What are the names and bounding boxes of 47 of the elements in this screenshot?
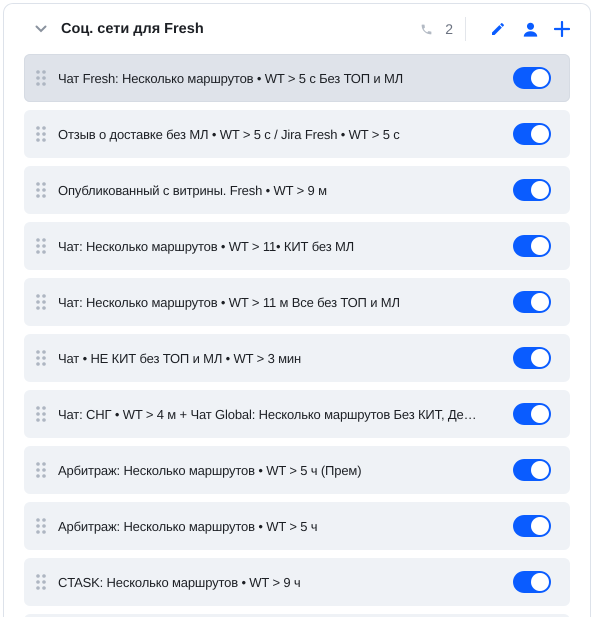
drag-handle-icon[interactable] [36,70,46,86]
toggle-switch[interactable] [513,291,551,313]
rule-row[interactable]: Чат: СНГ • WT > 4 м + Чат Global: Несколько маршрутов Без КИТ, Де… [24,390,570,438]
toggle-switch[interactable] [513,515,551,537]
toggle-switch[interactable] [513,459,551,481]
chevron-icon[interactable] [35,25,47,33]
rule-label: Опубликованный с витрины. Fresh • WT > 9 м [58,182,328,198]
rule-row[interactable]: Чат Fresh: Несколько маршрутов • WT > 5 с Без ТОП и МЛ [24,54,570,102]
drag-handle-icon[interactable] [36,518,46,534]
rule-row[interactable]: Арбитраж: Несколько маршрутов • WT > 5 ч (Прем) [24,446,570,494]
rule-label: CTASK: Несколько маршрутов • WT > 9 ч [58,574,302,590]
rule-row[interactable]: Отзыв о доставке без МЛ • WT > 5 с / Jira Fresh • WT > 5 с [24,110,570,158]
rule-label: Отзыв о доставке без МЛ • WT > 5 с / Jira Fresh • WT > 5 с [58,126,401,142]
toggle-switch[interactable] [513,179,551,201]
rule-row[interactable]: Чат • НЕ КИТ без ТОП и МЛ • WT > 3 мин [24,334,570,382]
drag-handle-icon[interactable] [36,462,46,478]
rule-row[interactable]: Опубликованный с витрины. Fresh • WT > 9 м [24,166,570,214]
rule-label: Чат • НЕ КИТ без ТОП и МЛ • WT > 3 мин [58,350,302,366]
drag-handle-icon[interactable] [36,350,46,366]
drag-handle-icon[interactable] [36,294,46,310]
rule-label: Арбитраж: Несколько маршрутов • WT > 5 ч (Прем) [58,462,362,478]
user-button[interactable] [522,20,539,38]
rule-row[interactable]: Арбитраж: Несколько маршрутов • WT > 5 ч [24,502,570,550]
group-title: Соц. сети для Fresh [61,21,205,37]
drag-handle-icon[interactable] [36,182,46,198]
toggle-switch[interactable] [513,235,551,257]
rule-label: Чат: СНГ • WT > 4 м + Чат Global: Несколько маршрутов Без КИТ, Де… [58,406,478,422]
rule-row[interactable]: Чат: Несколько маршрутов • WT > 11• КИТ без МЛ [24,222,570,270]
add-button[interactable] [554,21,570,37]
drag-handle-icon[interactable] [36,574,46,590]
toggle-switch[interactable] [513,571,551,593]
toggle-switch[interactable] [513,403,551,425]
rule-label: Чат Fresh: Несколько маршрутов • WT > 5 с Без ТОП и МЛ [58,70,404,86]
rule-label: Чат: Несколько маршрутов • WT > 11 м Все без ТОП и МЛ [58,294,401,310]
toggle-switch[interactable] [513,123,551,145]
rule-label: Чат: Несколько маршрутов • WT > 11• КИТ без МЛ [58,238,356,254]
phone-icon [420,22,434,36]
drag-handle-icon[interactable] [36,126,46,142]
rule-label: Арбитраж: Несколько маршрутов • WT > 5 ч [58,518,318,534]
phone-count: 2 [445,21,453,37]
toggle-switch[interactable] [513,67,551,89]
edit-button[interactable] [490,21,506,37]
drag-handle-icon[interactable] [36,406,46,422]
drag-handle-icon[interactable] [36,238,46,254]
rule-row[interactable]: CTASK: Несколько маршрутов • WT > 9 ч [24,558,570,606]
rule-row[interactable]: Чат: Несколько маршрутов • WT > 11 м Все без ТОП и МЛ [24,278,570,326]
toggle-switch[interactable] [513,347,551,369]
